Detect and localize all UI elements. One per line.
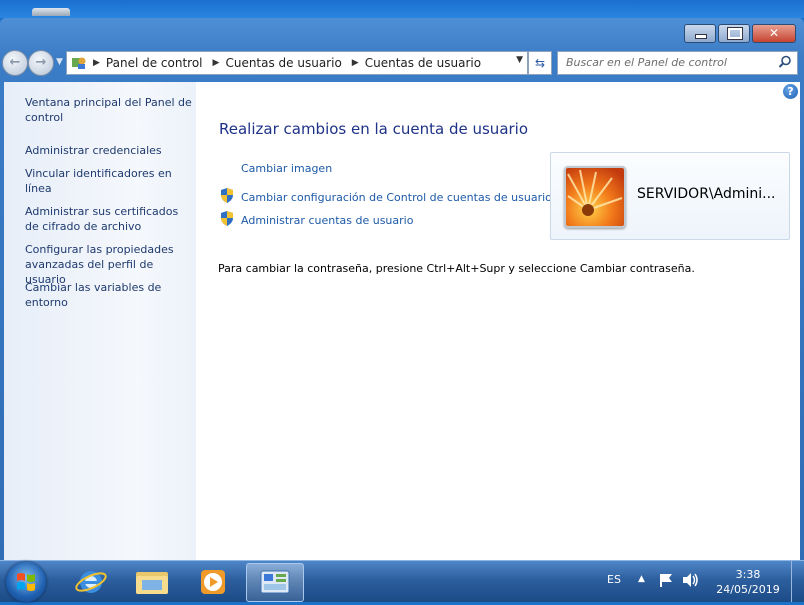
minimize-button[interactable] — [684, 24, 716, 43]
back-arrow-icon: ← — [9, 55, 21, 70]
user-account-tile: SERVIDOR\Admini... — [550, 152, 790, 240]
recycle-bin-icon[interactable] — [32, 8, 70, 16]
main-panel: ? Realizar cambios en la cuenta de usuar… — [196, 82, 800, 560]
navigation-bar: ← → ▼ ▶ Panel de control ▶ Cuentas de us… — [0, 48, 804, 78]
help-icon[interactable]: ? — [783, 84, 798, 99]
sidebar-item-control-panel-home[interactable]: Ventana principal del Panel de control — [25, 95, 195, 125]
show-desktop-button[interactable] — [791, 561, 804, 602]
breadcrumb-item[interactable]: Cuentas de usuario — [225, 56, 341, 70]
clock[interactable]: 3:38 24/05/2019 — [716, 567, 780, 597]
caption-buttons — [682, 24, 796, 43]
manage-accounts-link[interactable]: Administrar cuentas de usuario — [241, 214, 413, 227]
clock-time: 3:38 — [735, 568, 761, 581]
back-button[interactable]: ← — [2, 50, 28, 76]
show-hidden-icons-icon[interactable]: ▲ — [638, 574, 645, 584]
uac-settings-link[interactable]: Cambiar configuración de Control de cuen… — [241, 191, 552, 204]
breadcrumb-separator-icon[interactable]: ▶ — [93, 58, 100, 68]
taskbar: ES ▲ 3:38 24/05/2019 — [0, 560, 804, 602]
language-indicator[interactable]: ES — [607, 573, 621, 586]
clock-date: 24/05/2019 — [716, 583, 780, 596]
recent-pages-chevron-icon[interactable]: ▼ — [56, 57, 63, 67]
media-player-icon — [201, 570, 225, 594]
breadcrumb-item[interactable]: Cuentas de usuario — [365, 56, 481, 70]
taskbar-file-explorer[interactable] — [124, 563, 180, 600]
breadcrumb-separator-icon[interactable]: ▶ — [213, 58, 220, 68]
forward-arrow-icon: → — [35, 55, 47, 70]
control-panel-icon — [260, 570, 290, 594]
address-dropdown-icon[interactable]: ▼ — [516, 55, 523, 65]
sidebar-item-manage-credentials[interactable]: Administrar credenciales — [25, 143, 195, 158]
address-bar[interactable]: ▶ Panel de control ▶ Cuentas de usuario … — [66, 51, 528, 75]
close-button[interactable] — [752, 24, 796, 43]
search-box[interactable] — [557, 51, 798, 75]
windows-logo-icon — [17, 573, 35, 591]
refresh-icon: ⇆ — [534, 56, 546, 70]
refresh-button[interactable]: ⇆ — [528, 51, 552, 75]
taskbar-internet-explorer[interactable] — [63, 563, 119, 600]
desktop-background — [0, 0, 804, 18]
folder-icon — [136, 572, 168, 594]
action-center-flag-icon[interactable] — [658, 572, 674, 588]
control-panel-icon — [72, 57, 86, 69]
flower-picture-icon — [566, 168, 624, 226]
taskbar-media-player[interactable] — [185, 563, 241, 600]
breadcrumb-separator-icon[interactable]: ▶ — [352, 58, 359, 68]
internet-explorer-icon — [75, 571, 107, 593]
search-icon[interactable] — [778, 55, 792, 69]
avatar[interactable] — [564, 166, 626, 228]
uac-shield-icon — [221, 188, 233, 203]
account-name: SERVIDOR\Admini... — [637, 186, 776, 202]
forward-button[interactable]: → — [28, 50, 54, 76]
page-title: Realizar cambios en la cuenta de usuario — [219, 120, 529, 138]
sidebar-item-environment-variables[interactable]: Cambiar las variables de entorno — [25, 280, 195, 310]
sidebar-item-file-encryption-certificates[interactable]: Administrar sus certificados de cifrado … — [25, 204, 195, 234]
volume-icon[interactable] — [682, 572, 700, 588]
content-area: Ventana principal del Panel de control A… — [4, 82, 800, 560]
uac-shield-icon — [221, 211, 233, 226]
taskbar-control-panel[interactable] — [246, 563, 304, 602]
start-button[interactable] — [6, 562, 46, 602]
sidebar-item-link-online-ids[interactable]: Vincular identificadores en línea — [25, 166, 195, 196]
control-panel-window: ← → ▼ ▶ Panel de control ▶ Cuentas de us… — [0, 18, 804, 560]
password-info-text: Para cambiar la contraseña, presione Ctr… — [218, 262, 695, 275]
change-picture-link[interactable]: Cambiar imagen — [241, 162, 332, 175]
task-pane: Ventana principal del Panel de control A… — [4, 82, 196, 560]
breadcrumb-item[interactable]: Panel de control — [106, 56, 203, 70]
search-input[interactable] — [558, 52, 766, 72]
maximize-button[interactable] — [718, 24, 750, 43]
